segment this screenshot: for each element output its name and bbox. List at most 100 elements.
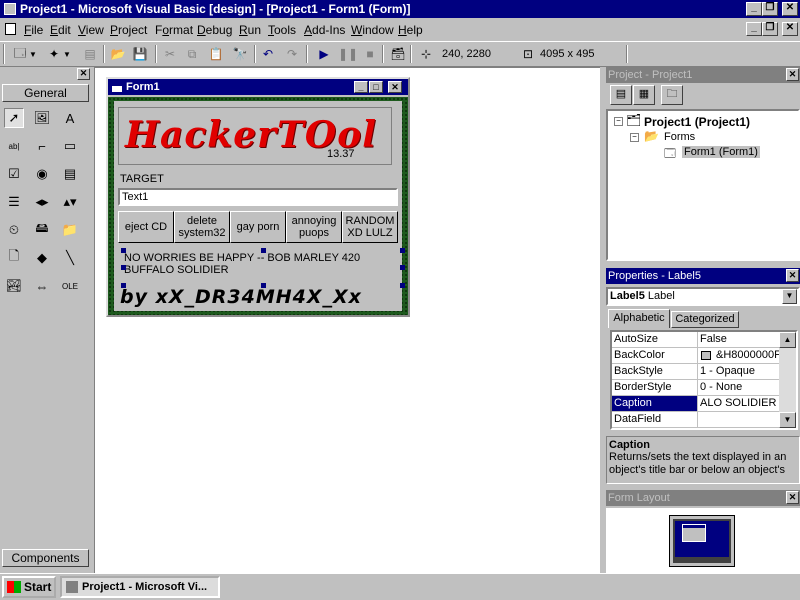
command-button[interactable]: gay porn <box>230 211 286 243</box>
scroll-up-icon[interactable]: ▲ <box>779 332 796 348</box>
menu-item[interactable]: Add-Ins <box>304 23 345 37</box>
menu-item[interactable]: Help <box>398 23 423 37</box>
picturebox-icon[interactable]: 🖼 <box>32 108 52 128</box>
menu-editor-icon[interactable]: ▤ <box>80 44 100 64</box>
property-row[interactable]: BackStyle 1 - Opaque <box>612 364 796 380</box>
selection-handle-mr[interactable] <box>400 265 405 270</box>
scroll-down-icon[interactable]: ▼ <box>779 412 796 428</box>
command-button[interactable]: annoying puops <box>286 211 342 243</box>
property-scrollbar[interactable]: ▲ ▼ <box>779 332 796 428</box>
selection-handle-tm[interactable] <box>261 248 266 253</box>
menu-item[interactable]: View <box>78 23 104 37</box>
add-form-icon[interactable]: ✦ <box>44 44 64 64</box>
selection-handle-tl[interactable] <box>121 248 126 253</box>
filelistbox-icon[interactable]: 🗋 <box>4 248 24 268</box>
property-value[interactable] <box>698 412 780 428</box>
toolbox-tab-components[interactable]: Components <box>2 549 89 567</box>
checkbox-icon[interactable]: ☑ <box>4 164 24 184</box>
open-project-icon[interactable]: 📂 <box>108 44 128 64</box>
listbox-icon[interactable]: ☰ <box>4 192 24 212</box>
project-explorer-icon[interactable]: 🗃 <box>388 44 408 64</box>
tree-expand-icon[interactable]: − <box>630 133 639 142</box>
add-project-icon[interactable]: 🗔 <box>10 44 30 64</box>
command-button[interactable]: RANDOM XD LULZ <box>342 211 398 243</box>
line-icon[interactable]: ╲ <box>60 248 80 268</box>
child-restore-button[interactable]: ❐ <box>762 22 778 36</box>
dropdown-arrow-icon[interactable]: ▼ <box>62 44 72 64</box>
save-project-icon[interactable]: 💾 <box>130 44 150 64</box>
selection-handle-tr[interactable] <box>400 248 405 253</box>
menu-item[interactable]: Format <box>155 23 193 37</box>
form1-maximize-button[interactable]: □ <box>369 81 383 93</box>
form-layout-close-button[interactable]: ✕ <box>786 491 799 504</box>
hscrollbar-icon[interactable]: ◂▸ <box>32 192 52 212</box>
break-icon[interactable]: ❚❚ <box>338 44 358 64</box>
property-row[interactable]: DataField <box>612 412 796 428</box>
image-icon[interactable]: 🏞 <box>4 276 24 296</box>
undo-icon[interactable]: ↶ <box>258 44 278 64</box>
close-button[interactable]: ✕ <box>782 2 798 16</box>
selection-handle-br[interactable] <box>400 283 405 288</box>
properties-title-bar[interactable]: Properties - Label5 <box>606 268 800 284</box>
dirlistbox-icon[interactable]: 📁 <box>60 220 80 240</box>
form1-window[interactable]: Form1 _ □ ✕ HackerTOol 13.37 TARGET Text… <box>106 77 410 317</box>
selection-handle-ml[interactable] <box>121 265 126 270</box>
pointer-icon[interactable]: ➚ <box>4 108 24 128</box>
property-row[interactable]: AutoSize False <box>612 332 796 348</box>
cut-icon[interactable]: ✂ <box>160 44 180 64</box>
object-selector[interactable]: Label5 Label <box>606 287 800 306</box>
commandbutton-icon[interactable]: ▭ <box>60 136 80 156</box>
menu-item[interactable]: Tools <box>268 23 296 37</box>
frame-icon[interactable]: ⌐ <box>32 136 52 156</box>
end-icon[interactable]: ■ <box>360 44 380 64</box>
menu-item[interactable]: File <box>24 23 43 37</box>
child-close-button[interactable]: ✕ <box>782 22 798 36</box>
restore-button[interactable]: ❐ <box>762 2 778 16</box>
property-value[interactable]: False <box>698 332 780 348</box>
menu-item[interactable]: Project <box>110 23 147 37</box>
textbox-icon[interactable]: ab| <box>4 136 24 156</box>
toolbar-grip[interactable] <box>3 44 5 64</box>
dropdown-arrow-icon[interactable]: ▼ <box>28 44 38 64</box>
copy-icon[interactable]: ⧉ <box>182 44 202 64</box>
form-client-area[interactable]: HackerTOol 13.37 TARGET Text1 eject CD de… <box>108 97 408 315</box>
ole-icon[interactable]: OLE <box>60 276 80 296</box>
property-grid[interactable]: AutoSize False BackColor &H8000000F BackStyl… <box>610 330 798 430</box>
combobox-icon[interactable]: ▤ <box>60 164 80 184</box>
form1-tree-item[interactable]: Form1 (Form1) <box>682 146 760 158</box>
start-button[interactable]: Start <box>2 576 56 598</box>
form-position-preview[interactable] <box>682 524 706 542</box>
tab-alphabetic[interactable]: Alphabetic <box>608 309 670 328</box>
tree-expand-icon[interactable]: − <box>614 117 623 126</box>
data-icon[interactable]: ⇔ <box>32 276 52 296</box>
timer-icon[interactable]: ⏲ <box>4 220 24 240</box>
minimize-button[interactable]: _ <box>746 2 762 16</box>
toolbox-tab-general[interactable]: General <box>2 84 89 102</box>
optionbutton-icon[interactable]: ◉ <box>32 164 52 184</box>
target-textbox[interactable]: Text1 <box>118 188 398 206</box>
property-row[interactable]: Caption ALO SOLIDIER <box>612 396 796 412</box>
toolbox-close-button[interactable]: ✕ <box>77 68 90 80</box>
project-explorer-title-bar[interactable]: Project - Project1 <box>606 67 800 83</box>
paste-icon[interactable]: 📋 <box>206 44 226 64</box>
object-selector-dropdown-icon[interactable]: ▼ <box>782 289 797 304</box>
child-minimize-button[interactable]: _ <box>746 22 762 36</box>
menu-item[interactable]: Edit <box>50 23 71 37</box>
menu-item[interactable]: Window <box>351 23 394 37</box>
menu-item[interactable]: Debug <box>197 23 232 37</box>
menu-item[interactable]: Run <box>239 23 261 37</box>
view-code-button[interactable]: ▤ <box>610 85 632 105</box>
property-value[interactable]: 0 - None <box>698 380 780 396</box>
start-icon[interactable]: ▶ <box>314 44 334 64</box>
vscrollbar-icon[interactable]: ▴▾ <box>60 192 80 212</box>
command-button[interactable]: eject CD <box>118 211 174 243</box>
property-value[interactable]: 1 - Opaque <box>698 364 780 380</box>
project-explorer-close-button[interactable]: ✕ <box>786 68 799 81</box>
tab-categorized[interactable]: Categorized <box>671 311 739 328</box>
label-icon[interactable]: A <box>60 108 80 128</box>
label5[interactable]: NO WORRIES BE HAPPY -- BOB MARLEY 420 BU… <box>122 250 402 284</box>
command-button[interactable]: delete system32 <box>174 211 230 243</box>
properties-close-button[interactable]: ✕ <box>786 269 799 282</box>
shape-icon[interactable]: ◆ <box>32 248 52 268</box>
form1-close-button[interactable]: ✕ <box>388 81 402 93</box>
